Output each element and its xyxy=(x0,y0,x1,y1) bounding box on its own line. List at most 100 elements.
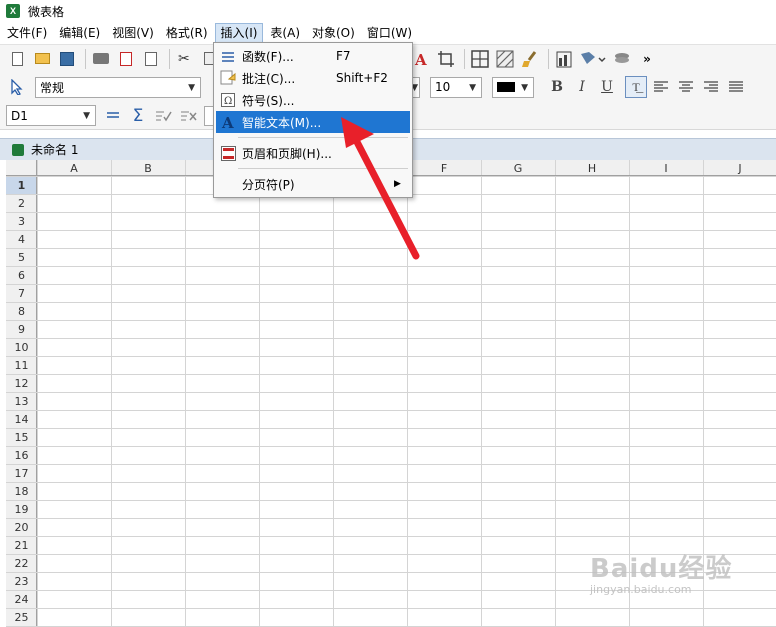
cell-border-button[interactable] xyxy=(435,48,457,70)
row-header-9[interactable]: 9 xyxy=(18,323,25,336)
row-header-5[interactable]: 5 xyxy=(18,251,25,264)
spreadsheet-icon xyxy=(12,143,24,156)
menu-object[interactable]: 对象(O) xyxy=(307,23,360,43)
function-list-button[interactable] xyxy=(102,105,124,127)
menu-table[interactable]: 表(A) xyxy=(265,23,305,43)
print-preview-button[interactable] xyxy=(140,48,162,70)
open-button[interactable] xyxy=(31,48,53,70)
smart-text-icon: A xyxy=(220,114,236,130)
menu-file[interactable]: 文件(F) xyxy=(2,23,52,43)
row-header-13[interactable]: 13 xyxy=(15,395,29,408)
row-header-25[interactable]: 25 xyxy=(15,611,29,624)
text-frame-button[interactable]: T͟ xyxy=(625,76,647,98)
row-header-20[interactable]: 20 xyxy=(15,521,29,534)
sigma-icon: Σ xyxy=(132,105,144,126)
format-painter-button[interactable] xyxy=(519,48,541,70)
toolbar-separator xyxy=(85,48,86,69)
bold-button[interactable]: B xyxy=(546,76,568,98)
toolbar-overflow-button[interactable]: » xyxy=(636,48,658,70)
grid-button[interactable] xyxy=(469,48,491,70)
row-header-8[interactable]: 8 xyxy=(18,305,25,318)
align-left-button[interactable] xyxy=(650,76,672,98)
printer-icon xyxy=(93,53,109,64)
fill-pattern-button[interactable] xyxy=(494,48,516,70)
column-header-A[interactable]: A xyxy=(70,162,78,175)
row-header-22[interactable]: 22 xyxy=(15,557,29,570)
menu-window[interactable]: 窗口(W) xyxy=(362,23,417,43)
menu-item-function[interactable]: 函数(F)... F7 xyxy=(216,45,410,67)
row-header-24[interactable]: 24 xyxy=(15,593,29,606)
cut-button[interactable]: ✂ xyxy=(174,48,196,70)
grid-icon xyxy=(471,50,489,68)
select-pointer-button[interactable] xyxy=(6,76,28,98)
column-header-H[interactable]: H xyxy=(588,162,596,175)
row-header-16[interactable]: 16 xyxy=(15,449,29,462)
menu-edit[interactable]: 编辑(E) xyxy=(54,23,105,43)
italic-icon: I xyxy=(579,79,585,95)
column-header-G[interactable]: G xyxy=(514,162,523,175)
sum-button[interactable]: Σ xyxy=(127,105,149,127)
menu-view[interactable]: 视图(V) xyxy=(107,23,159,43)
menu-item-smart-text[interactable]: A 智能文本(M)... xyxy=(216,111,410,133)
align-center-button[interactable] xyxy=(675,76,697,98)
folder-icon xyxy=(34,53,50,64)
cell-style-select[interactable]: 常规 ▼ xyxy=(35,76,201,98)
column-header-F[interactable]: F xyxy=(441,162,447,175)
menu-item-page-break[interactable]: 分页符(P) ▶ xyxy=(216,173,410,195)
cell-reference-box[interactable]: D1 ▼ xyxy=(6,105,96,126)
row-header-2[interactable]: 2 xyxy=(18,197,25,210)
menu-item-symbol[interactable]: Ω 符号(S)... xyxy=(216,89,410,111)
row-header-12[interactable]: 12 xyxy=(15,377,29,390)
row-header-15[interactable]: 15 xyxy=(15,431,29,444)
underline-button[interactable]: U xyxy=(596,76,618,98)
chart-icon xyxy=(556,51,572,68)
menu-item-comment[interactable]: 批注(C)... Shift+F2 xyxy=(216,67,410,89)
brush-icon xyxy=(522,51,537,67)
row-header-3[interactable]: 3 xyxy=(18,215,25,228)
column-header-J[interactable]: J xyxy=(737,162,741,175)
row-header-19[interactable]: 19 xyxy=(15,503,29,516)
new-button[interactable] xyxy=(6,48,28,70)
row-header-14[interactable]: 14 xyxy=(15,413,29,426)
save-button[interactable] xyxy=(56,48,78,70)
column-header-B[interactable]: B xyxy=(144,162,152,175)
export-pdf-button[interactable] xyxy=(115,48,137,70)
italic-button[interactable]: I xyxy=(571,76,593,98)
database-button[interactable] xyxy=(578,48,608,70)
save-icon xyxy=(60,51,74,66)
row-header-11[interactable]: 11 xyxy=(15,359,29,372)
font-size-value: 10 xyxy=(435,80,451,94)
menu-item-header-footer[interactable]: 页眉和页脚(H)... xyxy=(216,142,410,164)
row-header-18[interactable]: 18 xyxy=(15,485,29,498)
align-right-icon xyxy=(704,81,718,92)
menu-item-page-break-label: 分页符(P) xyxy=(242,177,295,192)
checkmark-icon xyxy=(156,110,172,121)
row-header-21[interactable]: 21 xyxy=(15,539,29,552)
menu-separator xyxy=(238,137,408,138)
menu-insert[interactable]: 插入(I) xyxy=(214,23,264,43)
font-color-select[interactable]: ▼ xyxy=(492,76,534,98)
chart-button[interactable] xyxy=(553,48,575,70)
menu-item-symbol-label: 符号(S)... xyxy=(242,93,295,108)
justify-button[interactable] xyxy=(725,76,747,98)
font-size-select[interactable]: 10 ▼ xyxy=(430,76,482,98)
row-header-23[interactable]: 23 xyxy=(15,575,29,588)
empty-icon-slot xyxy=(220,176,236,192)
row-header-1[interactable]: 1 xyxy=(18,179,26,192)
print-button[interactable] xyxy=(90,48,112,70)
database-icon xyxy=(581,52,606,64)
column-header-I[interactable]: I xyxy=(664,162,667,175)
crop-icon xyxy=(438,51,454,67)
row-header-17[interactable]: 17 xyxy=(15,467,29,480)
object-button[interactable] xyxy=(611,48,633,70)
insert-text-art-button[interactable]: A xyxy=(410,48,432,70)
row-header-10[interactable]: 10 xyxy=(15,341,29,354)
align-right-button[interactable] xyxy=(700,76,722,98)
accept-formula-button[interactable] xyxy=(152,105,174,127)
row-header-4[interactable]: 4 xyxy=(18,233,25,246)
cancel-formula-button[interactable] xyxy=(177,105,199,127)
justify-icon xyxy=(729,81,743,92)
menu-format[interactable]: 格式(R) xyxy=(161,23,213,43)
row-header-6[interactable]: 6 xyxy=(18,269,25,282)
row-header-7[interactable]: 7 xyxy=(18,287,25,300)
